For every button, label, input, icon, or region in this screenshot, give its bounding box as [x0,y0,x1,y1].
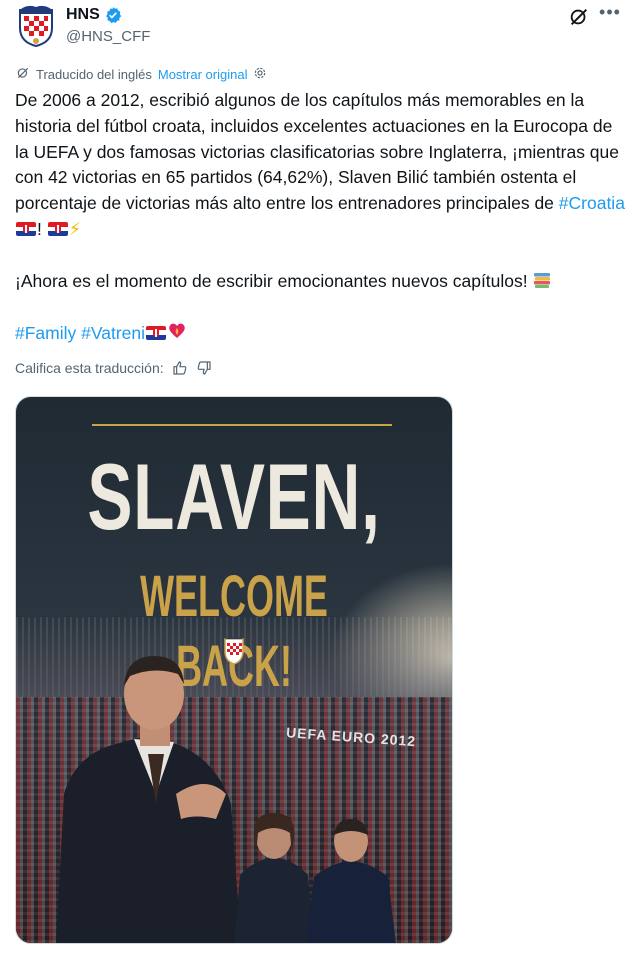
tweet-text-span: ! [37,218,47,239]
translation-label: Traducido del inglés [36,67,152,82]
tweet-image[interactable]: SLAVEN, WELCOME BACK! UEFA EURO 2012 [15,396,453,944]
hashtag-vatreni[interactable]: #Vatreni [81,323,145,343]
account-name-row[interactable]: HNS [66,6,122,24]
hashtag-family[interactable]: #Family [15,323,76,343]
croatia-flag-emoji [146,325,167,340]
croatia-flag-emoji [16,221,36,236]
verified-badge-icon [104,6,122,24]
player-figure [306,819,396,943]
gold-rule [92,424,392,426]
translation-bar: Traducido del inglés Mostrar original [16,66,267,83]
books-emoji [533,271,551,289]
more-icon[interactable]: ••• [598,2,622,26]
rate-label: Califica esta traducción: [15,360,164,376]
hashtag-croatia[interactable]: #Croatia [559,193,625,213]
tweet-text-span: De 2006 a 2012, escribió algunos de los … [15,90,619,214]
translate-icon [16,66,30,83]
show-original-link[interactable]: Mostrar original [158,67,248,82]
avatar[interactable] [16,4,56,48]
tweet-paragraph-2: ¡Ahora es el momento de escribir emocion… [15,269,627,295]
player-figure [234,813,314,943]
tweet-text: De 2006 a 2012, escribió algunos de los … [15,88,627,346]
thumbs-up-icon[interactable] [172,360,188,376]
tweet-text-span: ¡Ahora es el momento de escribir emocion… [15,270,533,291]
account-handle[interactable]: @HNS_CFF [66,28,150,45]
account-name[interactable]: HNS [66,6,100,24]
coach-figure [56,656,241,943]
croatia-flag-emoji [47,221,68,236]
tweet-header: HNS @HNS_CFF ••• [0,0,640,56]
tweet-paragraph-3: #Family #Vatreni [15,321,627,347]
image-headline: SLAVEN, [87,444,381,549]
lightning-emoji: ⚡ [68,218,82,239]
settings-gear-icon[interactable] [253,66,267,83]
thumbs-down-icon[interactable] [196,360,212,376]
grok-icon[interactable] [568,6,590,28]
tweet-paragraph-1: De 2006 a 2012, escribió algunos de los … [15,88,627,243]
heart-fire-emoji [167,323,187,343]
rate-translation: Califica esta traducción: [15,360,212,376]
